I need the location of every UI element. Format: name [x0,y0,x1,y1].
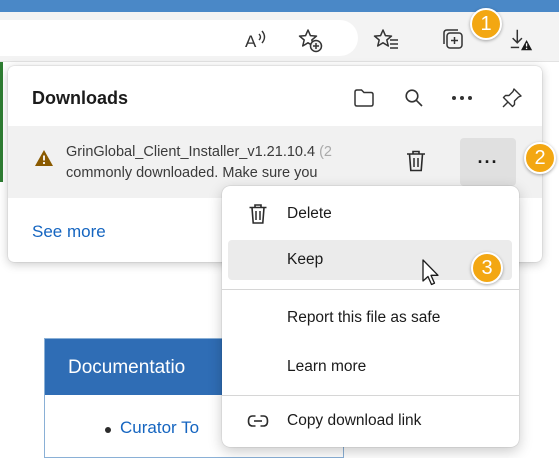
menu-divider [222,395,519,396]
curator-tool-link[interactable]: Curator To [120,418,199,438]
menu-divider [222,289,519,290]
more-options-icon[interactable] [448,84,476,112]
callout-3: 3 [471,252,503,284]
collections-icon[interactable] [441,27,467,53]
page-edge-accent [0,62,3,182]
trash-icon [246,202,270,226]
delete-download-button[interactable] [402,146,430,176]
menu-item-label: Learn more [287,358,367,375]
trash-icon [407,150,425,172]
menu-item-label: Report this file as safe [287,309,441,326]
see-more-link[interactable]: See more [32,222,106,242]
list-bullet [105,427,111,433]
menu-item-label: Delete [287,205,332,222]
add-favorite-icon[interactable] [297,27,323,53]
menu-item-learn-more[interactable]: Learn more [228,347,512,387]
download-file-name: GrinGlobal_Client_Installer_v1.21.10.4 [66,144,316,160]
download-item-text: GrinGlobal_Client_Installer_v1.21.10.4 (… [66,142,396,184]
menu-item-delete[interactable]: Delete [228,194,512,234]
search-icon[interactable] [400,84,428,112]
downloads-warning-icon[interactable] [508,27,534,53]
callout-2: 2 [524,142,556,174]
read-aloud-icon[interactable]: A [243,27,269,53]
link-icon [246,409,270,433]
favorites-icon[interactable] [373,27,399,53]
menu-item-label: Keep [287,251,324,268]
mouse-cursor-icon [421,259,441,287]
menu-item-label: Copy download link [287,412,422,429]
pin-icon[interactable] [498,84,526,112]
download-more-button[interactable]: ··· [460,138,516,186]
callout-1: 1 [470,8,502,40]
top-stripe [0,0,559,12]
menu-item-report-safe[interactable]: Report this file as safe [228,298,512,338]
download-file-suffix: (2 [315,144,332,160]
download-context-menu: Delete Keep Report this file as safe Lea… [222,186,519,447]
folder-icon[interactable] [350,84,378,112]
menu-item-copy-link[interactable]: Copy download link [228,401,512,441]
menu-item-keep[interactable]: Keep [228,240,512,280]
download-warning-text: commonly downloaded. Make sure you [66,165,318,181]
warning-icon [34,148,54,168]
svg-text:A: A [245,32,257,51]
panel-title: Downloads [32,88,129,108]
